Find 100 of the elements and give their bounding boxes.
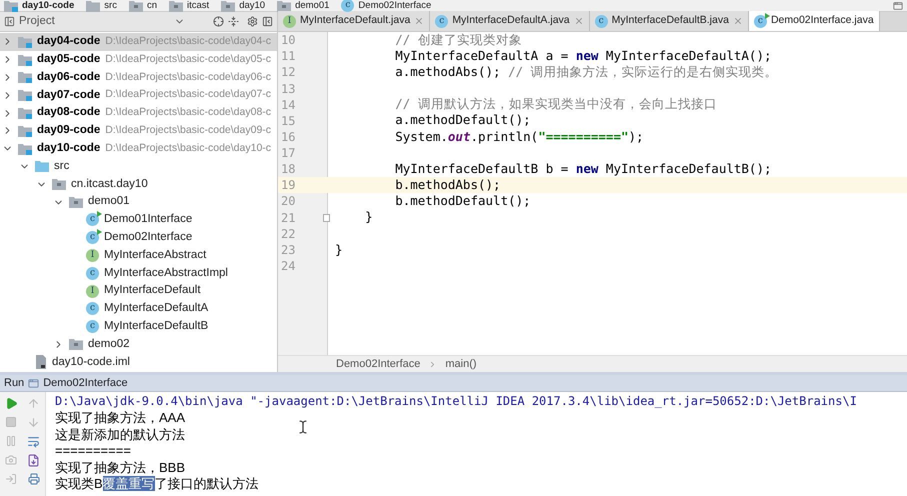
nav-crumb[interactable]: src bbox=[86, 0, 117, 12]
class-icon: c bbox=[86, 266, 99, 280]
tree-item[interactable]: cn.itcast.day10 bbox=[0, 175, 277, 194]
line-number: 12 bbox=[280, 64, 296, 82]
tree-item[interactable]: src bbox=[0, 158, 277, 176]
tree-item[interactable]: c MyInterfaceDefaultA bbox=[0, 300, 277, 318]
folder-icon bbox=[18, 107, 32, 120]
tree-item-name: day07-code bbox=[37, 88, 100, 103]
class-icon: c bbox=[754, 14, 767, 28]
settings-icon[interactable] bbox=[247, 16, 258, 27]
breadcrumb-item[interactable]: Demo02Interface bbox=[336, 356, 420, 372]
editor-tab[interactable]: c Demo02Interface.java bbox=[748, 11, 880, 31]
code-line: b.methodDefault(); bbox=[394, 192, 531, 210]
tree-item-path: D:\IdeaProjects\basic-code\day09-c bbox=[105, 123, 272, 138]
nav-crumb[interactable]: c Demo02Interface bbox=[341, 0, 432, 12]
tree-item[interactable]: I MyInterfaceAbstract bbox=[0, 246, 277, 264]
nav-crumb[interactable]: day10 bbox=[221, 0, 266, 12]
class-icon: c bbox=[86, 231, 99, 244]
nav-crumb[interactable]: cn bbox=[128, 0, 157, 12]
fold-marker-icon[interactable] bbox=[323, 214, 330, 222]
panel-icon bbox=[4, 16, 15, 27]
line-number: 24 bbox=[280, 258, 296, 276]
code-line: // 调用默认方法，如果实现类当中没有，会向上找接口 bbox=[394, 95, 717, 114]
line-number: 18 bbox=[280, 161, 296, 178]
close-icon[interactable] bbox=[414, 16, 424, 26]
tree-item[interactable]: c Demo02Interface bbox=[0, 228, 277, 247]
tree-item-name: day10-code.iml bbox=[52, 354, 130, 370]
tree-item-name: day08-code bbox=[37, 105, 100, 120]
nav-crumb[interactable]: itcast bbox=[169, 0, 210, 12]
tree-item[interactable]: c MyInterfaceAbstractImpl bbox=[0, 264, 277, 282]
breadcrumb-item[interactable]: main() bbox=[445, 356, 477, 372]
editor-tab[interactable]: I MyInterfaceDefault.java bbox=[278, 11, 430, 31]
code-line: a.methodAbs(); // 调用抽象方法，实际运行的是右侧实现类。 bbox=[394, 63, 778, 81]
editor-tab[interactable]: c MyInterfaceDefaultB.java bbox=[590, 11, 749, 31]
nav-crumb[interactable]: day10-code bbox=[4, 0, 74, 12]
class-icon: c bbox=[341, 0, 354, 12]
line-number: 22 bbox=[280, 226, 296, 243]
folder-icon bbox=[221, 0, 236, 12]
tree-item[interactable]: demo02 bbox=[0, 336, 277, 354]
console-line: 这是新添加的默认方法 bbox=[55, 426, 185, 444]
tree-item-name: MyInterfaceAbstract bbox=[104, 248, 206, 263]
hide-icon[interactable] bbox=[262, 16, 273, 27]
tree-item-name: day10-code bbox=[37, 141, 100, 156]
close-icon[interactable] bbox=[732, 16, 743, 26]
class-icon: c bbox=[86, 302, 99, 316]
tree-item-name: day06-code bbox=[37, 70, 100, 85]
tree-item-name: MyInterfaceAbstractImpl bbox=[104, 266, 228, 281]
tree-item-name: MyInterfaceDefault bbox=[104, 283, 201, 298]
locate-icon[interactable] bbox=[213, 16, 224, 27]
tree-item[interactable]: day07-code D:\IdeaProjects\basic-code\day07-c bbox=[0, 86, 277, 104]
folder-icon bbox=[69, 196, 83, 208]
export-icon[interactable] bbox=[27, 454, 40, 467]
line-number: 20 bbox=[280, 193, 296, 210]
window-icon bbox=[28, 378, 40, 388]
close-icon[interactable] bbox=[574, 16, 584, 26]
tree-item[interactable]: day08-code D:\IdeaProjects\basic-code\day08-c bbox=[0, 104, 277, 122]
code-line: // 创建了实现类对象 bbox=[394, 30, 522, 49]
line-number: 14 bbox=[280, 96, 296, 114]
code-line: b.methodAbs(); bbox=[394, 176, 501, 194]
wrap-icon[interactable] bbox=[27, 435, 40, 448]
tree-item[interactable]: I MyInterfaceDefault bbox=[0, 282, 277, 300]
tree-item-name: demo02 bbox=[88, 336, 130, 352]
file-icon bbox=[35, 355, 47, 370]
tree-item-name: day09-code bbox=[37, 123, 100, 138]
line-number: 10 bbox=[280, 32, 296, 50]
folder-icon bbox=[18, 36, 32, 48]
tree-item-name: Demo02Interface bbox=[104, 230, 192, 246]
print-icon[interactable] bbox=[28, 473, 40, 485]
tree-item[interactable]: day05-code D:\IdeaProjects\basic-code\day05-c bbox=[0, 50, 277, 69]
run-title: Run bbox=[4, 376, 24, 391]
interface-icon: I bbox=[86, 248, 99, 262]
tree-item[interactable]: day10-code D:\IdeaProjects\basic-code\day10-c bbox=[0, 140, 277, 158]
toolbar-icon[interactable] bbox=[893, 0, 903, 10]
collapse-icon[interactable] bbox=[228, 16, 239, 27]
folder-icon bbox=[18, 142, 32, 155]
code-line: System.out.println("=========="); bbox=[394, 128, 644, 146]
folder-icon bbox=[18, 124, 32, 137]
class-icon: c bbox=[594, 14, 608, 28]
tree-item[interactable]: demo01 bbox=[0, 193, 277, 211]
tree-item[interactable]: day04-code D:\IdeaProjects\basic-code\day04-c bbox=[0, 33, 277, 51]
tree-item-name: Demo01Interface bbox=[104, 212, 192, 228]
nav-crumb[interactable]: demo01 bbox=[277, 0, 330, 12]
panel-title[interactable]: Project bbox=[19, 12, 55, 30]
folder-icon bbox=[18, 71, 32, 84]
folder-icon bbox=[35, 160, 49, 172]
tree-item-name: MyInterfaceDefaultA bbox=[104, 301, 208, 316]
interface-icon: I bbox=[86, 284, 99, 298]
run-config-tab[interactable]: Demo02Interface bbox=[43, 374, 128, 392]
tree-item-path: D:\IdeaProjects\basic-code\day04-c bbox=[105, 34, 272, 50]
tree-item-name: cn.itcast.day10 bbox=[71, 176, 148, 192]
tree-item[interactable]: day10-code.iml bbox=[0, 353, 277, 372]
console-command: D:\Java\jdk-9.0.4\bin\java "-javaagent:D:\JetBrains\IntelliJ IDEA 2017.3.4\lib\idea_rt.jar=50652:D:\JetBrains\I bbox=[55, 393, 857, 410]
tree-item[interactable]: day09-code D:\IdeaProjects\basic-code\day09-c bbox=[0, 122, 277, 140]
run-icon[interactable] bbox=[4, 397, 18, 410]
interface-icon: I bbox=[283, 14, 296, 28]
tree-item[interactable]: c MyInterfaceDefaultB bbox=[0, 318, 277, 336]
console-line: 实现了抽象方法，AAA bbox=[55, 409, 186, 427]
editor-tab[interactable]: c MyInterfaceDefaultA.java bbox=[430, 11, 590, 31]
tree-item[interactable]: c Demo01Interface bbox=[0, 210, 277, 229]
tree-item[interactable]: day06-code D:\IdeaProjects\basic-code\day06-c bbox=[0, 68, 277, 86]
